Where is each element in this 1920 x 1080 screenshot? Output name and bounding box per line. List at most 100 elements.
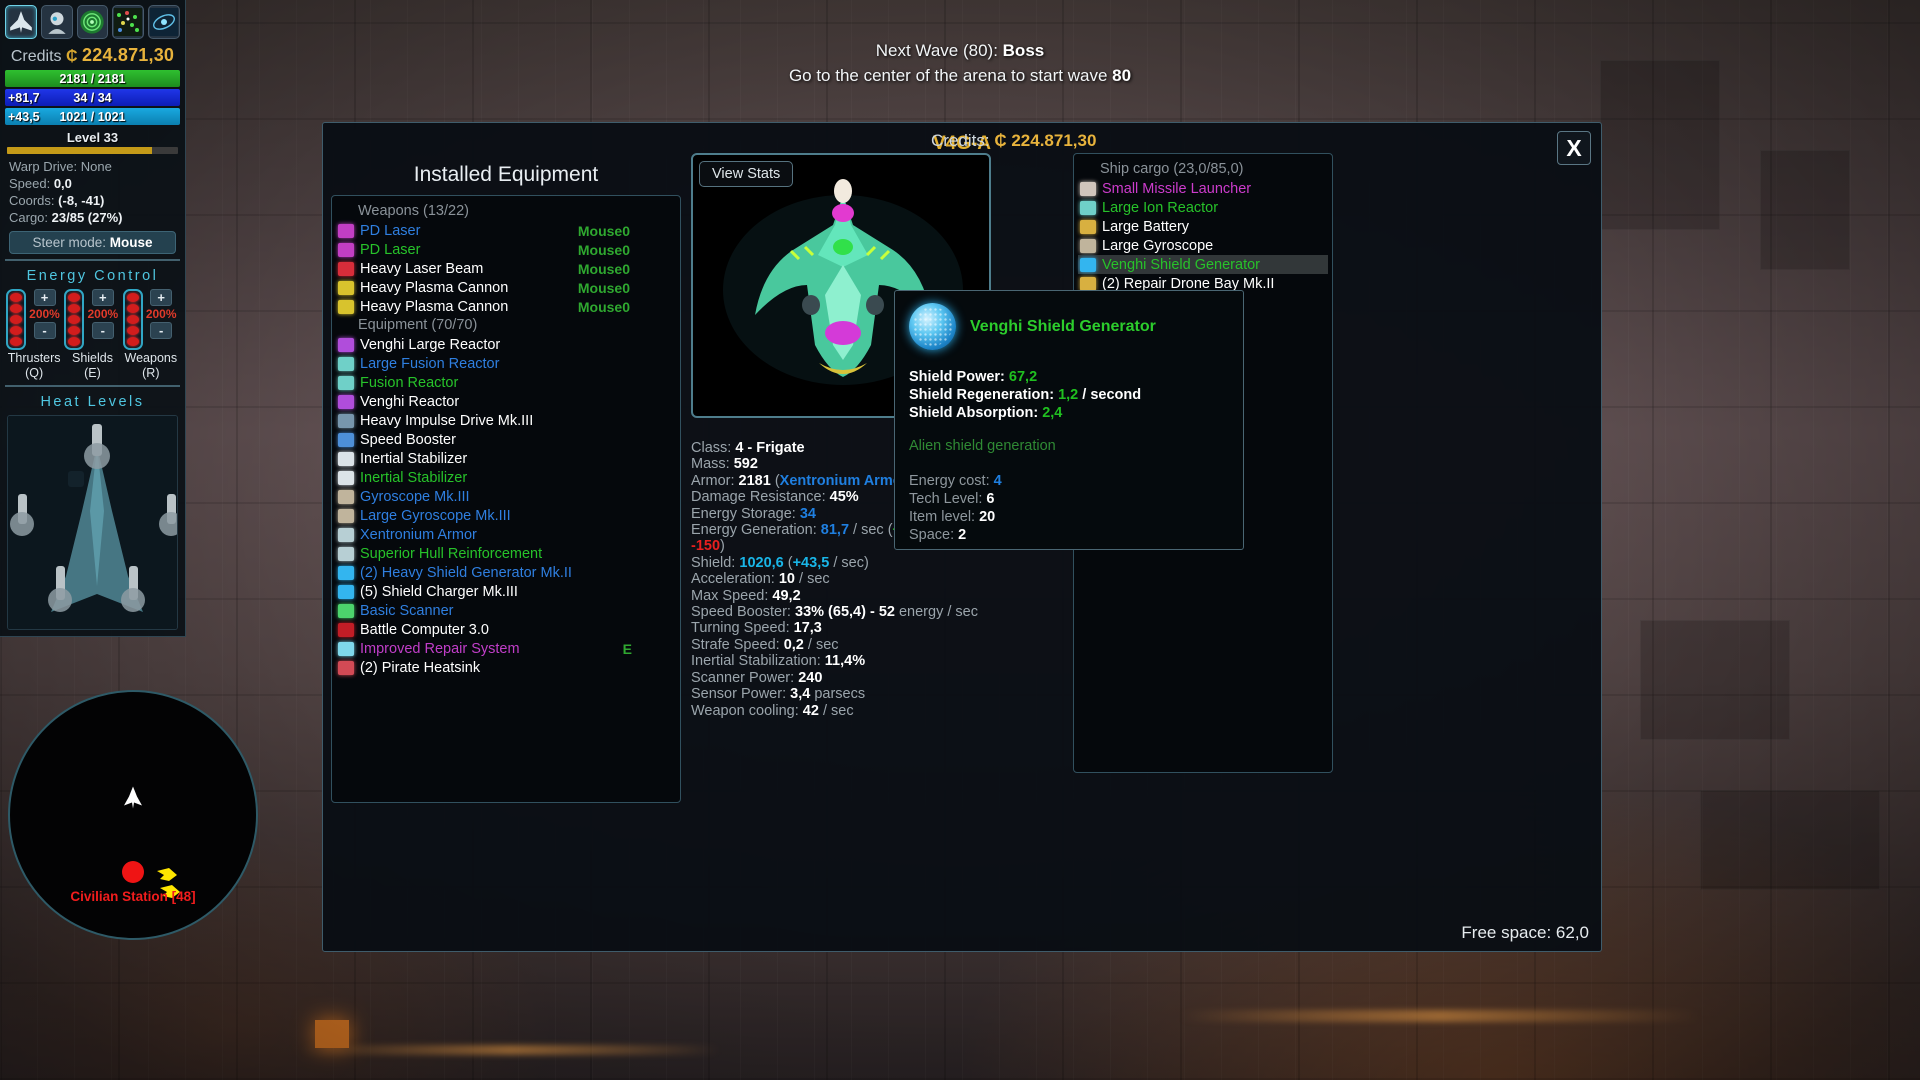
equipment-row[interactable]: Large Gyroscope Mk.III xyxy=(336,506,676,525)
cargo-row[interactable]: Large Gyroscope xyxy=(1078,236,1328,255)
equipment-group-title: Equipment (70/70) xyxy=(358,317,478,333)
equipment-row[interactable]: Superior Hull Reinforcement xyxy=(336,544,676,563)
equipment-row[interactable]: Venghi Reactor xyxy=(336,392,676,411)
tooltip-description: Alien shield generation xyxy=(909,438,1056,454)
equipment-item-icon xyxy=(338,451,354,466)
equipment-row[interactable]: (5) Shield Charger Mk.III xyxy=(336,582,676,601)
minimap-station-marker xyxy=(122,860,144,883)
equipment-item-icon xyxy=(338,527,354,542)
equipment-item-name: Heavy Plasma Cannon xyxy=(360,298,509,315)
wave-type: Boss xyxy=(1002,41,1045,60)
starmap-icon[interactable] xyxy=(112,5,145,39)
equipment-item-name: Venghi Reactor xyxy=(360,393,460,410)
equipment-row[interactable]: Large Fusion Reactor xyxy=(336,354,676,373)
pilot-icon[interactable] xyxy=(40,5,73,39)
energy-bar: +81,7 34 / 34 xyxy=(5,89,180,106)
equipment-item-icon xyxy=(338,584,354,599)
close-button[interactable]: X xyxy=(1557,131,1591,165)
equipment-item-name: Improved Repair System xyxy=(360,640,520,657)
ship-stat-line: Max Speed: 49,2 xyxy=(691,587,801,604)
galaxy-icon[interactable] xyxy=(148,5,180,39)
cargo-row[interactable]: Large Battery xyxy=(1078,217,1328,236)
weapons-increase-button[interactable]: + xyxy=(150,289,173,306)
equipment-row[interactable]: Gyroscope Mk.III xyxy=(336,487,676,506)
equipment-item-name: Battle Computer 3.0 xyxy=(360,621,489,638)
equipment-row[interactable]: Fusion Reactor xyxy=(336,373,676,392)
cargo-item-name: Large Ion Reactor xyxy=(1102,199,1219,216)
wave-banner: Next Wave (80): Boss Go to the center of… xyxy=(0,38,1920,88)
cargo-item-icon xyxy=(1080,276,1096,291)
weapons-label: Weapons xyxy=(124,351,178,365)
equipment-item-icon xyxy=(338,299,354,314)
ship-stat-line: Turning Speed: 17,3 xyxy=(691,620,822,637)
radar-icon[interactable] xyxy=(76,5,109,39)
equipment-row[interactable]: Basic Scanner xyxy=(336,601,676,620)
energy-channel-shields: + 200% - Shields (E) xyxy=(64,289,120,380)
equipment-row[interactable]: Heavy Laser Beam Mouse0 xyxy=(336,259,676,278)
shields-percent: 200% xyxy=(87,307,119,321)
energy-channel-weapons: + 200% - Weapons (R) xyxy=(122,289,179,380)
steer-mode-button[interactable]: Steer mode: Mouse xyxy=(9,231,176,254)
coords-label: Coords: xyxy=(9,193,55,208)
cargo-item-name: Large Gyroscope xyxy=(1102,237,1214,254)
equipment-row[interactable]: Heavy Impulse Drive Mk.III xyxy=(336,411,676,430)
hull-value: 2181 / 2181 xyxy=(59,71,126,86)
energy-control-title: Energy Control xyxy=(26,268,159,284)
minimap[interactable]: Civilian Station [48] xyxy=(8,690,258,940)
shields-decrease-button[interactable]: - xyxy=(91,322,114,339)
equipment-item-name: (2) Pirate Heatsink xyxy=(360,659,481,676)
equipment-item-name: Inertial Stabilizer xyxy=(360,450,468,467)
steer-mode-label: Steer mode: xyxy=(32,235,106,250)
equipment-row[interactable]: Heavy Plasma Cannon Mouse0 xyxy=(336,278,676,297)
minimap-station-label: Civilian Station [48] xyxy=(70,888,196,904)
equipment-row[interactable]: Battle Computer 3.0 xyxy=(336,620,676,639)
speed-label: Speed: xyxy=(9,176,51,191)
equipment-item-hotkey: Mouse0 xyxy=(577,241,630,258)
installed-equipment-list[interactable]: Weapons (13/22) PD Laser Mouse0 PD Laser Mou… xyxy=(331,195,681,803)
cargo-row[interactable]: Large Ion Reactor xyxy=(1078,198,1328,217)
shield-bar: +43,5 1021 / 1021 xyxy=(5,108,180,125)
coords-value: (-8, -41) xyxy=(58,193,105,208)
heat-levels-title: Heat Levels xyxy=(40,394,145,410)
equipment-row[interactable]: Venghi Large Reactor xyxy=(336,335,676,354)
equipment-item-name: Basic Scanner xyxy=(360,602,454,619)
cargo-row[interactable]: Small Missile Launcher xyxy=(1078,179,1328,198)
cargo-item-icon xyxy=(1080,200,1096,215)
weapons-lamps xyxy=(122,289,143,350)
minimap-player-ship xyxy=(123,786,143,814)
ship-stat-line: Strafe Speed: 0,2 / sec xyxy=(691,636,839,653)
wave-prefix: Next Wave (80): xyxy=(875,41,1003,60)
equipment-item-icon xyxy=(338,242,354,257)
equipment-row[interactable]: Inertial Stabilizer xyxy=(336,468,676,487)
cargo-value: 23/85 (27%) xyxy=(51,210,123,225)
equipment-item-name: Heavy Plasma Cannon xyxy=(360,279,509,296)
energy-regen: +81,7 xyxy=(8,90,40,105)
equipment-row[interactable]: PD Laser Mouse0 xyxy=(336,240,676,259)
equipment-item-name: Inertial Stabilizer xyxy=(360,469,468,486)
equipment-row[interactable]: Inertial Stabilizer xyxy=(336,449,676,468)
shields-increase-button[interactable]: + xyxy=(91,289,114,306)
equipment-row[interactable]: Heavy Plasma Cannon Mouse0 xyxy=(336,297,676,316)
equipment-row[interactable]: PD Laser Mouse0 xyxy=(336,221,676,240)
thrusters-increase-button[interactable]: + xyxy=(33,289,56,306)
equipment-item-icon xyxy=(338,223,354,238)
ship-icon[interactable] xyxy=(5,5,37,39)
thrusters-lamps xyxy=(6,289,27,350)
equipment-row[interactable]: (2) Pirate Heatsink xyxy=(336,658,676,677)
equipment-row[interactable]: Xentronium Armor xyxy=(336,525,676,544)
equipment-row[interactable]: (2) Heavy Shield Generator Mk.II xyxy=(336,563,676,582)
coords-line: Coords: (-8, -41) xyxy=(3,192,182,209)
equipment-row[interactable]: Speed Booster xyxy=(336,430,676,449)
cargo-item-icon xyxy=(1080,181,1096,196)
warp-drive-label: Warp Drive: xyxy=(9,159,78,174)
equipment-item-icon xyxy=(338,261,354,276)
thrusters-percent: 200% xyxy=(29,307,60,321)
tooltip-meta-line: Energy cost: 4 xyxy=(909,473,1002,489)
tooltip-meta: Energy cost: 4 Tech Level: 6 Item level: 2… xyxy=(909,472,1229,544)
equipment-row[interactable]: Improved Repair System E xyxy=(336,639,676,658)
cargo-row-selected[interactable]: Venghi Shield Generator xyxy=(1078,255,1328,274)
thrusters-decrease-button[interactable]: - xyxy=(33,322,56,339)
installed-equipment-column: Installed Equipment Weapons (13/22) PD La… xyxy=(331,163,681,803)
energy-channel-thrusters: + 200% - Thrusters (Q) xyxy=(6,289,62,380)
weapons-decrease-button[interactable]: - xyxy=(150,322,173,339)
